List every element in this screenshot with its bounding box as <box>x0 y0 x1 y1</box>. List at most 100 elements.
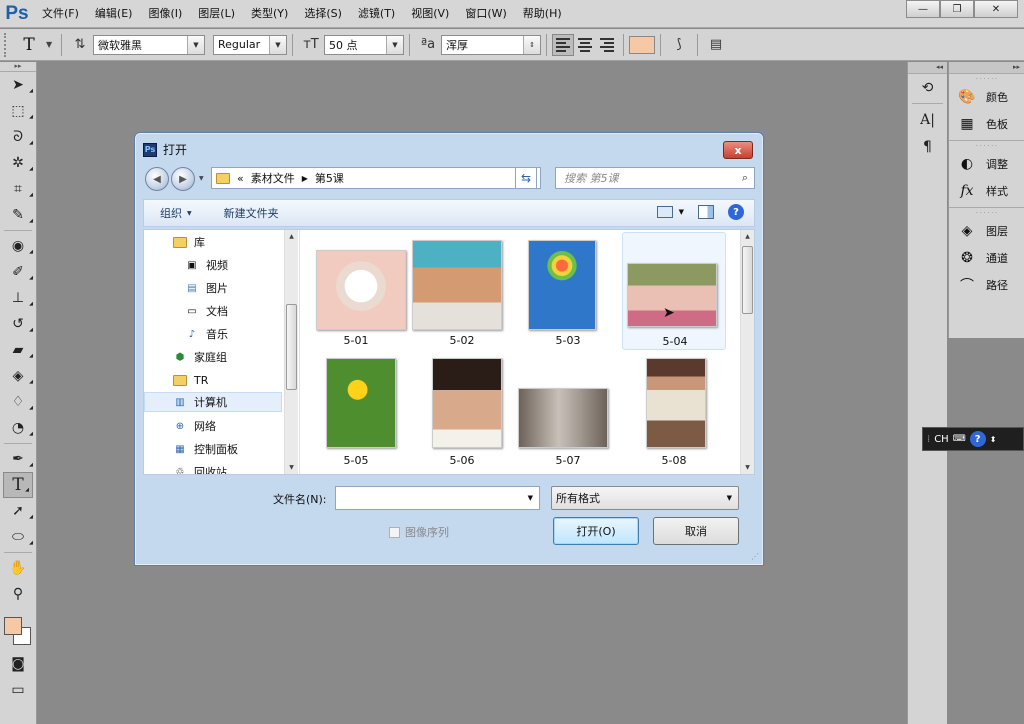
change-view-icon[interactable] <box>656 206 673 218</box>
move-tool-icon[interactable]: ➤ ◢ <box>0 72 36 98</box>
tree-item-computer[interactable]: ▥ 计算机 <box>144 392 282 412</box>
minimize-button[interactable]: — <box>906 0 940 18</box>
file-item[interactable]: 5-06 <box>410 352 514 468</box>
history-panel-icon[interactable]: ⟲ <box>908 74 947 101</box>
tree-scrollbar[interactable]: ▲ ▼ <box>284 230 298 474</box>
preview-pane-icon[interactable] <box>698 205 714 219</box>
paint-bucket-icon[interactable]: ◈ ◢ <box>0 363 36 389</box>
tree-item-homegroup[interactable]: ⬢ 家庭组 <box>172 347 227 367</box>
menu-window[interactable]: 窗口(W) <box>457 0 514 28</box>
ime-language[interactable]: CH <box>934 434 949 445</box>
filetype-select[interactable]: 所有格式 ▼ <box>551 486 739 510</box>
refresh-button[interactable]: ⇆ <box>515 167 537 189</box>
warp-text-icon[interactable]: ⟆ <box>666 37 692 52</box>
file-item[interactable]: 5-07 <box>516 352 620 468</box>
keyboard-icon[interactable]: ⌨ <box>953 434 966 444</box>
tree-item-control-panel[interactable]: ▦ 控制面板 <box>172 439 238 459</box>
tree-item-library[interactable]: 库 <box>172 232 205 252</box>
type-tool-preset-icon[interactable]: T <box>12 35 46 55</box>
resize-grip-icon[interactable]: ⋰ <box>751 552 759 561</box>
search-icon[interactable]: ⌕ <box>742 171 748 185</box>
dodge-tool-icon[interactable]: ◔ ◢ <box>0 415 36 441</box>
file-item[interactable]: 5-03 <box>516 232 620 348</box>
clone-stamp-icon[interactable]: ⊥ ◢ <box>0 285 36 311</box>
eraser-tool-icon[interactable]: ▰ ◢ <box>0 337 36 363</box>
paragraph-panel-icon[interactable]: ¶ <box>908 133 947 160</box>
panel-color[interactable]: 🎨 颜色 <box>949 83 1024 110</box>
menu-filter[interactable]: 滤镜(T) <box>350 0 403 28</box>
close-window-button[interactable]: ✕ <box>974 0 1018 18</box>
menu-type[interactable]: 类型(Y) <box>243 0 296 28</box>
chevron-down-icon[interactable]: ▼ <box>528 494 533 502</box>
tree-item-music[interactable]: ♪ 音乐 <box>184 324 228 344</box>
open-button[interactable]: 打开(O) <box>553 517 639 545</box>
panel-paths[interactable]: ⌒ 路径 <box>949 271 1024 298</box>
menu-edit[interactable]: 编辑(E) <box>87 0 141 28</box>
ime-grip[interactable]: ⁞ <box>927 434 930 445</box>
tree-item-recycle-bin[interactable]: ♲ 回收站 <box>172 462 227 474</box>
quick-mask-icon[interactable]: ◙ <box>0 651 36 677</box>
menu-view[interactable]: 视图(V) <box>403 0 457 28</box>
pen-tool-icon[interactable]: ✒ ◢ <box>0 446 36 472</box>
help-icon[interactable]: ? <box>969 431 986 447</box>
align-left-button[interactable] <box>552 33 574 56</box>
hand-tool-icon[interactable]: ✋ <box>0 555 36 581</box>
scroll-down-icon[interactable]: ▼ <box>741 461 754 474</box>
panel-layers[interactable]: ◈ 图层 <box>949 217 1024 244</box>
scroll-up-icon[interactable]: ▲ <box>285 230 298 243</box>
healing-brush-icon[interactable]: ◉ ◢ <box>0 233 36 259</box>
chevron-right-icon[interactable]: ▶ <box>302 174 308 183</box>
tree-item-pictures[interactable]: ▤ 图片 <box>184 278 228 298</box>
brush-tool-icon[interactable]: ✐ ◢ <box>0 259 36 285</box>
organize-button[interactable]: 组织 ▼ <box>144 205 208 221</box>
search-input[interactable]: 搜索 第5课 ⌕ <box>555 167 755 189</box>
marquee-tool-icon[interactable]: ⬚ ◢ <box>0 98 36 124</box>
tree-item-user[interactable]: TR <box>172 370 208 390</box>
scroll-thumb[interactable] <box>742 246 753 314</box>
breadcrumb-parent[interactable]: 素材文件 <box>251 170 295 186</box>
path-selection-icon[interactable]: ➚ ◢ <box>0 498 36 524</box>
chevron-down-icon[interactable]: ▼ <box>199 175 204 182</box>
foreground-color-swatch[interactable] <box>4 617 22 635</box>
lasso-tool-icon[interactable]: ᘐ ◢ <box>0 124 36 150</box>
history-brush-icon[interactable]: ↺ ◢ <box>0 311 36 337</box>
tree-item-videos[interactable]: ▣ 视频 <box>184 255 228 275</box>
files-scrollbar[interactable]: ▲ ▼ <box>740 230 754 474</box>
menu-select[interactable]: 选择(S) <box>296 0 350 28</box>
font-size-select[interactable]: 50 点 ▼ <box>324 34 404 55</box>
dialog-close-button[interactable]: x <box>723 141 753 159</box>
panel-styles[interactable]: fx 样式 <box>949 177 1024 204</box>
dock-collapse-icon[interactable]: ◂◂ <box>908 62 947 74</box>
font-family-select[interactable]: 微软雅黑 ▼ <box>93 34 205 55</box>
file-item[interactable]: 5-01 <box>304 232 408 348</box>
breadcrumb-current[interactable]: 第5课 <box>315 170 344 186</box>
ellipse-tool-icon[interactable]: ⬭ ◢ <box>0 524 36 550</box>
text-color-swatch[interactable] <box>629 35 655 54</box>
filename-input[interactable]: ▼ <box>335 486 540 510</box>
antialias-select[interactable]: 浑厚 ⇕ <box>441 34 541 55</box>
file-item[interactable]: 5-08 <box>622 352 726 468</box>
options-grip[interactable] <box>4 32 12 57</box>
tree-item-documents[interactable]: ▭ 文档 <box>184 301 228 321</box>
panel-swatches[interactable]: ▦ 色板 <box>949 110 1024 137</box>
scroll-up-icon[interactable]: ▲ <box>741 230 754 243</box>
character-panel-icon[interactable]: A| <box>908 106 947 133</box>
image-sequence-checkbox[interactable]: 图像序列 <box>389 524 449 540</box>
menu-layer[interactable]: 图层(L) <box>190 0 243 28</box>
ime-options-icon[interactable]: ⬍ <box>990 435 997 444</box>
restore-button[interactable]: ❐ <box>940 0 974 18</box>
cancel-button[interactable]: 取消 <box>653 517 739 545</box>
character-panel-icon[interactable]: ▤ <box>703 37 729 52</box>
back-button[interactable]: ◀ <box>145 167 169 191</box>
panel-channels[interactable]: ❂ 通道 <box>949 244 1024 271</box>
align-right-button[interactable] <box>596 34 618 56</box>
scroll-thumb[interactable] <box>286 304 297 390</box>
menu-image[interactable]: 图像(I) <box>140 0 190 28</box>
magic-wand-icon[interactable]: ✲ ◢ <box>0 150 36 176</box>
chevron-down-icon[interactable]: ▼ <box>679 208 684 216</box>
file-item[interactable]: 5-02 <box>410 232 514 348</box>
tree-item-network[interactable]: ⊕ 网络 <box>172 416 216 436</box>
chevron-down-icon[interactable]: ▼ <box>46 40 56 49</box>
crop-tool-icon[interactable]: ⌗ ◢ <box>0 176 36 202</box>
panel-adjustments[interactable]: ◐ 调整 <box>949 150 1024 177</box>
